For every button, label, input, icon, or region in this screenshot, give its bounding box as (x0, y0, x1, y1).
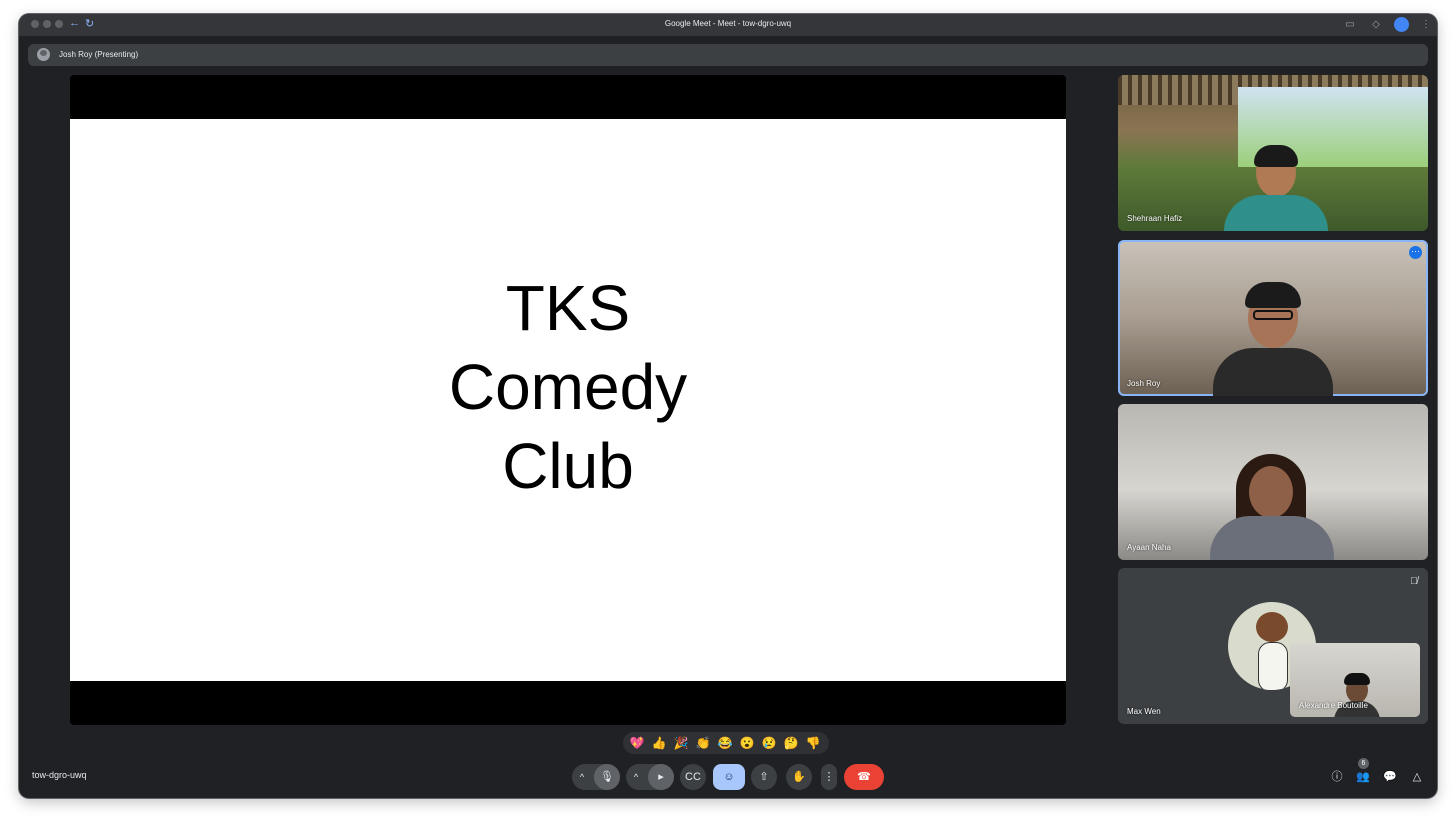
participant-face (1249, 466, 1293, 518)
reaction-thinking-button[interactable]: 🤔 (781, 735, 801, 751)
video-indicator-icon[interactable]: ▭ (1343, 18, 1357, 32)
video-options-chevron-icon[interactable]: ^ (630, 764, 642, 790)
activities-icon[interactable]: △ (1408, 768, 1426, 786)
participant-tile[interactable]: Shehraan Hafiz (1118, 75, 1428, 231)
participant-body (1213, 348, 1333, 396)
reaction-laugh-button[interactable]: 😂 (715, 735, 735, 751)
browser-titlebar: ← ↻ Google Meet - Meet - tow-dgro-uwq ▭ … (19, 14, 1437, 36)
participant-name: Josh Roy (1127, 379, 1161, 388)
presenting-bar: Josh Roy (Presenting) (28, 44, 1428, 66)
present-icon: ⇧ (759, 771, 769, 783)
participant-body (1224, 195, 1328, 231)
chat-icon[interactable]: 💬 (1381, 768, 1399, 786)
presenter-avatar (37, 48, 50, 61)
slide-title-line: Comedy (448, 351, 688, 423)
emoji-icon: ☺ (723, 771, 735, 783)
captions-icon: CC (685, 771, 701, 783)
reaction-surprised-button[interactable]: 😮 (737, 735, 757, 751)
muted-mic-icon: 🎙̸ (1410, 576, 1418, 587)
browser-menu-icon[interactable]: ⋮ (1419, 18, 1433, 32)
participant-name: Shehraan Hafiz (1127, 214, 1183, 223)
audio-options-chevron-icon[interactable]: ^ (576, 764, 588, 790)
raise-hand-icon: ✋ (792, 771, 806, 783)
mic-icon[interactable]: 🎙 (594, 764, 620, 790)
browser-tab-title: Google Meet - Meet - tow-dgro-uwq (664, 19, 792, 28)
present-button[interactable]: ⇧ (751, 764, 777, 790)
self-view-tile[interactable]: Alexandre Boutoille (1290, 643, 1420, 717)
presentation-stage[interactable]: TKS Comedy Club (70, 75, 1066, 725)
profile-avatar[interactable] (1394, 17, 1409, 32)
slide-title-line: TKS (505, 272, 631, 344)
camera-icon[interactable]: ▸ (648, 764, 674, 790)
meeting-info-icon[interactable]: ⓘ (1328, 768, 1346, 786)
reaction-clap-button[interactable]: 👏 (693, 735, 713, 751)
presentation-slide: TKS Comedy Club (70, 119, 1066, 681)
participant-tile[interactable]: ··· Josh Roy (1118, 240, 1428, 396)
participant-body (1210, 516, 1334, 560)
participant-hair (1254, 145, 1298, 167)
presenting-label: Josh Roy (Presenting) (59, 50, 139, 59)
more-options-button[interactable]: ⋮ (821, 764, 837, 790)
reactions-bar: 💖 👍 🎉 👏 😂 😮 😢 🤔 👎 (623, 732, 829, 754)
participant-name: Ayaan Naha (1127, 543, 1171, 552)
reaction-thumbs-down-button[interactable]: 👎 (803, 735, 823, 751)
reaction-party-button[interactable]: 🎉 (671, 735, 691, 751)
captions-button[interactable]: CC (680, 764, 706, 790)
reaction-thumbs-up-button[interactable]: 👍 (649, 735, 669, 751)
raise-hand-button[interactable]: ✋ (786, 764, 812, 790)
participant-hair (1245, 282, 1301, 308)
end-call-button[interactable]: ☎ (844, 764, 884, 790)
extensions-icon[interactable]: ◇ (1369, 18, 1383, 32)
participant-name: Alexandre Boutoille (1299, 701, 1368, 710)
people-icon[interactable]: 👥 (1354, 768, 1372, 786)
reaction-heart-button[interactable]: 💖 (627, 735, 647, 751)
browser-window: ← ↻ Google Meet - Meet - tow-dgro-uwq ▭ … (19, 14, 1437, 798)
participant-glasses (1253, 310, 1293, 320)
slide-title-line: Club (502, 430, 634, 502)
reaction-sad-button[interactable]: 😢 (759, 735, 779, 751)
more-options-icon[interactable]: ··· (1409, 246, 1422, 259)
end-call-icon: ☎ (857, 771, 871, 783)
emoji-button[interactable]: ☺ (713, 764, 745, 790)
camera-control: ^ ▸ (626, 764, 674, 790)
participant-tile[interactable]: 🎙̸ Alexandre Boutoille Max Wen (1118, 568, 1428, 724)
participant-name: Max Wen (1127, 707, 1161, 716)
microphone-control: ^ 🎙 (572, 764, 620, 790)
participant-tile[interactable]: Ayaan Naha (1118, 404, 1428, 560)
meeting-code: tow-dgro-uwq (32, 770, 87, 780)
more-options-icon: ⋮ (823, 771, 835, 783)
